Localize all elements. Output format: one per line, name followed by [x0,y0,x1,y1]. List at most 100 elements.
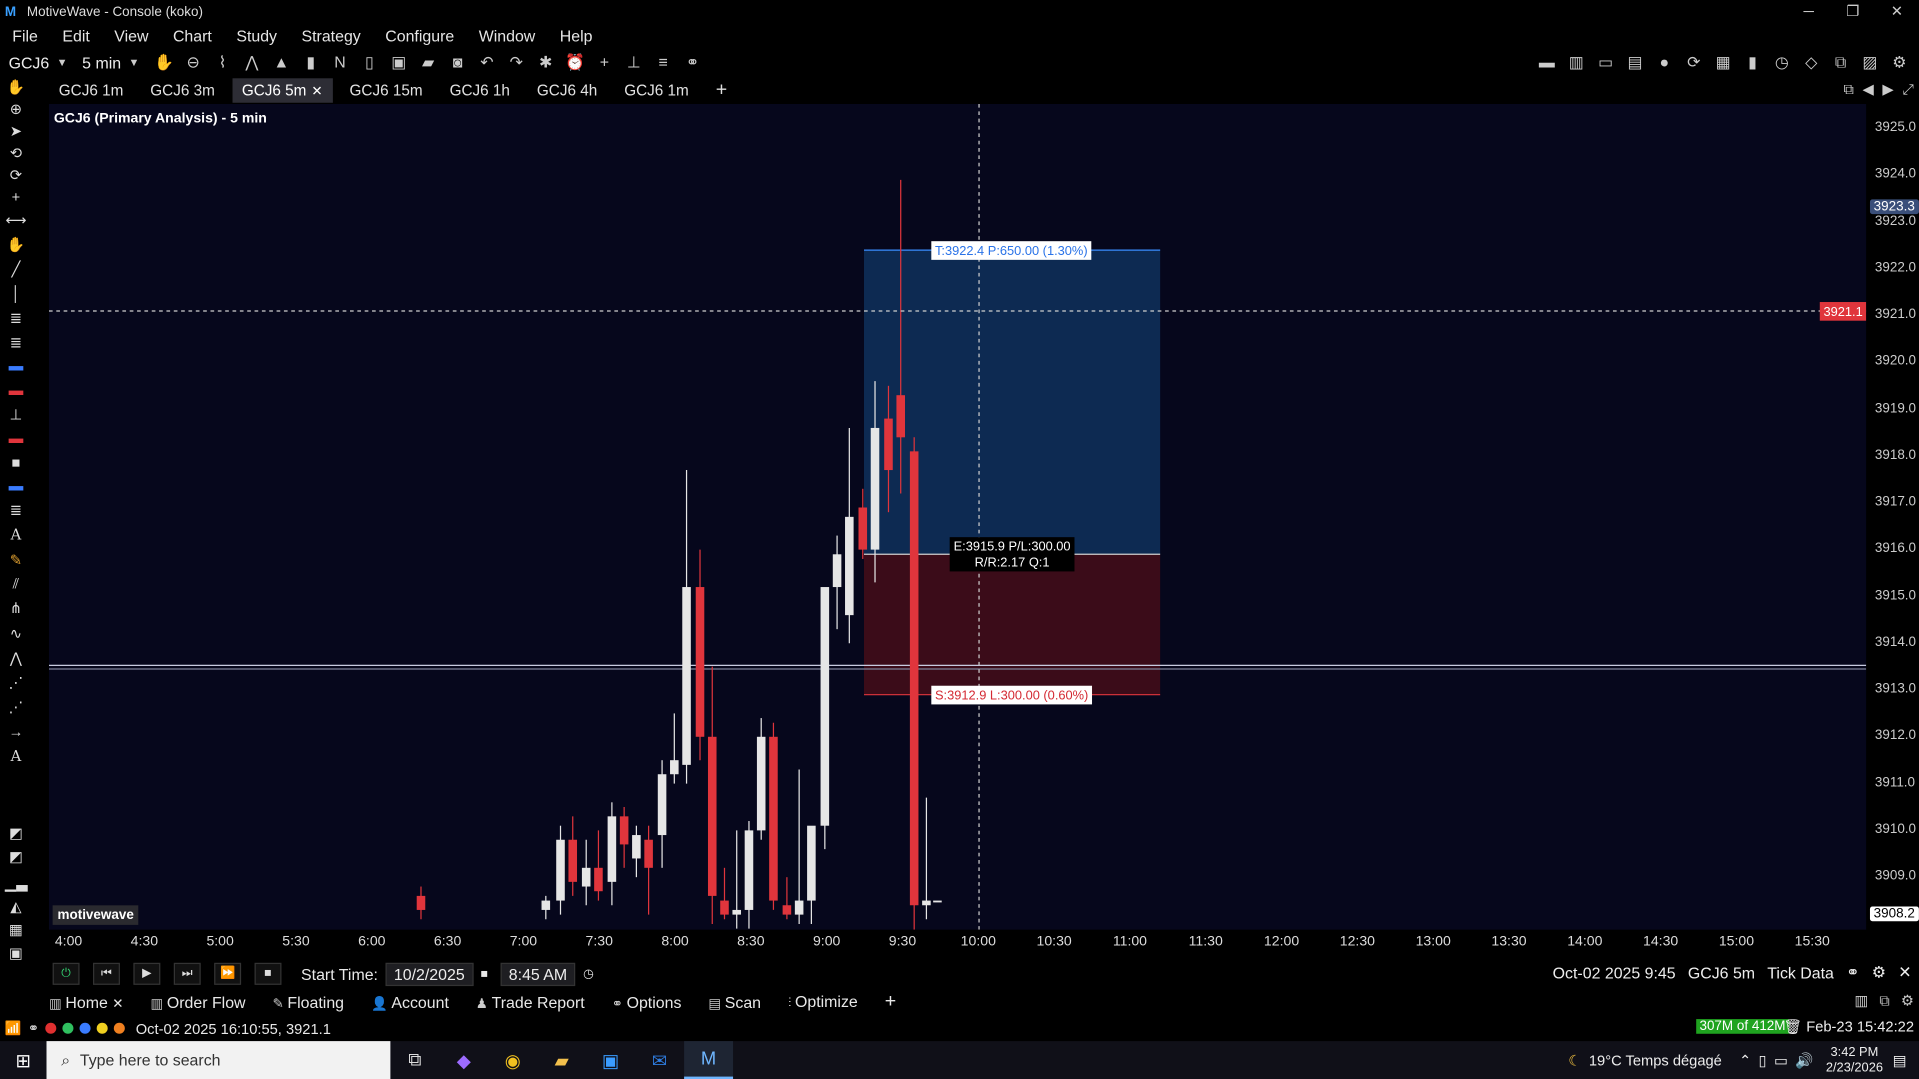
rotate-icon[interactable]: ⟲ [5,144,27,161]
short-position-icon[interactable]: ▬ [5,382,27,399]
add-panel-icon[interactable]: + [885,991,896,1013]
pan-hand-icon[interactable]: ✋ [5,78,27,95]
restore-button[interactable]: ❐ [1831,0,1875,23]
tag-icon[interactable]: ◇ [1801,53,1821,73]
settings-gear-icon[interactable]: ⚙ [1890,53,1910,73]
coins-icon[interactable]: ● [1655,53,1675,73]
replay-settings-icon[interactable]: ⚙ [1872,963,1886,983]
task-view-icon[interactable]: ⧉ [390,1050,439,1071]
clock-small-icon[interactable]: ◷ [583,967,594,980]
close-tab-icon[interactable]: ✕ [311,84,322,99]
sync-icon[interactable]: ⟳ [1684,53,1704,73]
alarm-icon[interactable]: ⏰ [565,53,585,73]
long-position-icon[interactable]: ▬ [5,357,27,374]
clock-icon[interactable]: ◷ [1772,53,1792,73]
chart-bars-icon[interactable]: ▥ [1566,53,1586,73]
histogram-icon[interactable]: ▁▃ [5,875,28,892]
minimize-button[interactable]: ─ [1787,0,1831,23]
detach-icon[interactable]: ⧉ [1843,81,1853,99]
zoom-icon[interactable]: ⊕ [5,100,27,117]
new-document-icon[interactable]: ▯ [360,53,380,73]
crosshair-icon[interactable]: + [595,53,615,73]
pointer-icon[interactable]: ➤ [5,122,27,139]
save-icon[interactable]: ▣ [389,53,409,73]
rectangle-red-icon[interactable]: ▬ [5,429,27,446]
tab-gcj6-5m[interactable]: GCJ6 5m ✕ [232,77,333,103]
menu-help[interactable]: Help [548,26,605,44]
chart-canvas[interactable]: T:3922.4 P:650.00 (1.30%) S:3912.9 L:300.… [48,103,1867,930]
rectangle-icon[interactable]: ■ [5,454,27,471]
panel-layout-icon[interactable]: ▥ [1854,992,1868,1010]
line-study-icon[interactable]: ⌇ [213,53,233,73]
tab-options[interactable]: ⚭ Options [612,993,682,1011]
tab-gcj6-1m[interactable]: GCJ6 1m [49,78,133,102]
tab-floating[interactable]: ✎ Floating [272,993,344,1011]
file-explorer-icon[interactable]: ▰ [537,1049,586,1071]
refresh-icon[interactable]: ⟳ [5,166,27,183]
crosshair-tool-icon[interactable]: + [5,188,27,205]
lines-icon[interactable]: ≡ [653,53,673,73]
hand-pan-icon[interactable]: ✋ [154,53,174,73]
tab-gcj6-1m-2[interactable]: GCJ6 1m [614,78,698,102]
save-template-icon[interactable]: ▣ [5,944,27,961]
interval-selector[interactable]: 5 min ▼ [82,53,139,71]
price-axis[interactable]: 3925.0 3924.0 3923.0 3922.0 3921.0 3920.0 3919… [1866,103,1919,930]
tab-gcj6-1h[interactable]: GCJ6 1h [440,78,520,102]
tab-gcj6-4h[interactable]: GCJ6 4h [527,78,607,102]
grid-icon[interactable]: ▦ [1713,53,1733,73]
tab-scan[interactable]: ▤ Scan [708,993,761,1011]
fib-extension-icon[interactable]: ≣ [5,334,27,351]
windows-start-icon[interactable]: ⊞ [0,1049,47,1071]
tab-account[interactable]: 👤 Account [371,993,449,1011]
table-icon[interactable]: ▦ [5,921,27,938]
rectangle-blue-icon[interactable]: ▬ [5,477,27,494]
start-date-field[interactable]: 10/2/2025 [385,962,474,986]
taskbar-search[interactable]: ⌕ Type here to search [46,1041,391,1079]
fib-time-icon[interactable]: ≣ [5,502,27,519]
channel-icon[interactable]: ⫽ [5,575,27,592]
close-home-tab-icon[interactable]: ✕ [112,996,123,1011]
tab-trade-report[interactable]: ♟ Trade Report [476,993,585,1011]
taskbar-clock[interactable]: 3:42 PM 2/23/2026 [1826,1044,1883,1076]
stop-icon[interactable]: ■ [254,962,282,985]
add-tab-icon[interactable]: + [716,79,727,101]
text-tool-icon[interactable]: A [5,526,27,543]
book-icon[interactable]: ▮ [1743,53,1763,73]
layers-icon[interactable]: ◩ [5,825,27,842]
menu-file[interactable]: File [0,26,50,44]
motivewave-taskbar-icon[interactable]: M [684,1041,734,1079]
wave-icon[interactable]: ⋀ [242,53,262,73]
pitchfork-icon[interactable]: ⋔ [5,599,27,616]
link-icon[interactable]: ⚭ [683,53,703,73]
link-icon[interactable]: ⚭ [1846,963,1859,983]
trend-line-icon[interactable]: ╱ [5,261,27,278]
ruler-icon[interactable]: ✎ [5,552,27,569]
memory-usage[interactable]: 307M of 412M [1695,1019,1790,1034]
redo-icon[interactable]: ↷ [507,53,527,73]
polyline-icon[interactable]: ∿ [5,625,27,642]
layers-alt-icon[interactable]: ◩ [5,848,27,865]
label-tool-icon[interactable]: A [5,747,27,764]
rewind-icon[interactable]: ⏮ [93,962,120,985]
panel-settings-icon[interactable]: ⚙ [1901,992,1914,1010]
symbol-selector[interactable]: GCJ6 ▼ [9,53,68,71]
trash-icon[interactable]: 🗑 [1783,1018,1802,1035]
tab-gcj6-3m[interactable]: GCJ6 3m [140,78,224,102]
fib-retracement-icon[interactable]: ≣ [5,310,27,327]
bar-type-icon[interactable]: ▮ [301,53,321,73]
copilot-icon[interactable]: ◆ [439,1049,488,1071]
measure-tool-icon[interactable]: ⟷ [5,212,27,229]
menu-chart[interactable]: Chart [161,26,224,44]
zoom-out-icon[interactable]: ⊖ [183,53,203,73]
monitor-icon[interactable]: ▭ [1596,53,1616,73]
menu-strategy[interactable]: Strategy [289,26,373,44]
price-range-icon[interactable]: ⊥ [5,406,27,423]
fast-forward-icon[interactable]: ⏩ [214,962,242,985]
expand-icon[interactable]: ⤢ [1902,81,1914,99]
menu-study[interactable]: Study [224,26,289,44]
tab-gcj6-15m[interactable]: GCJ6 15m [340,78,433,102]
power-icon[interactable]: ⏻ [52,962,80,985]
undo-icon[interactable]: ↶ [477,53,497,73]
menu-edit[interactable]: Edit [50,26,102,44]
layout-icon[interactable]: ▬ [1537,53,1557,73]
